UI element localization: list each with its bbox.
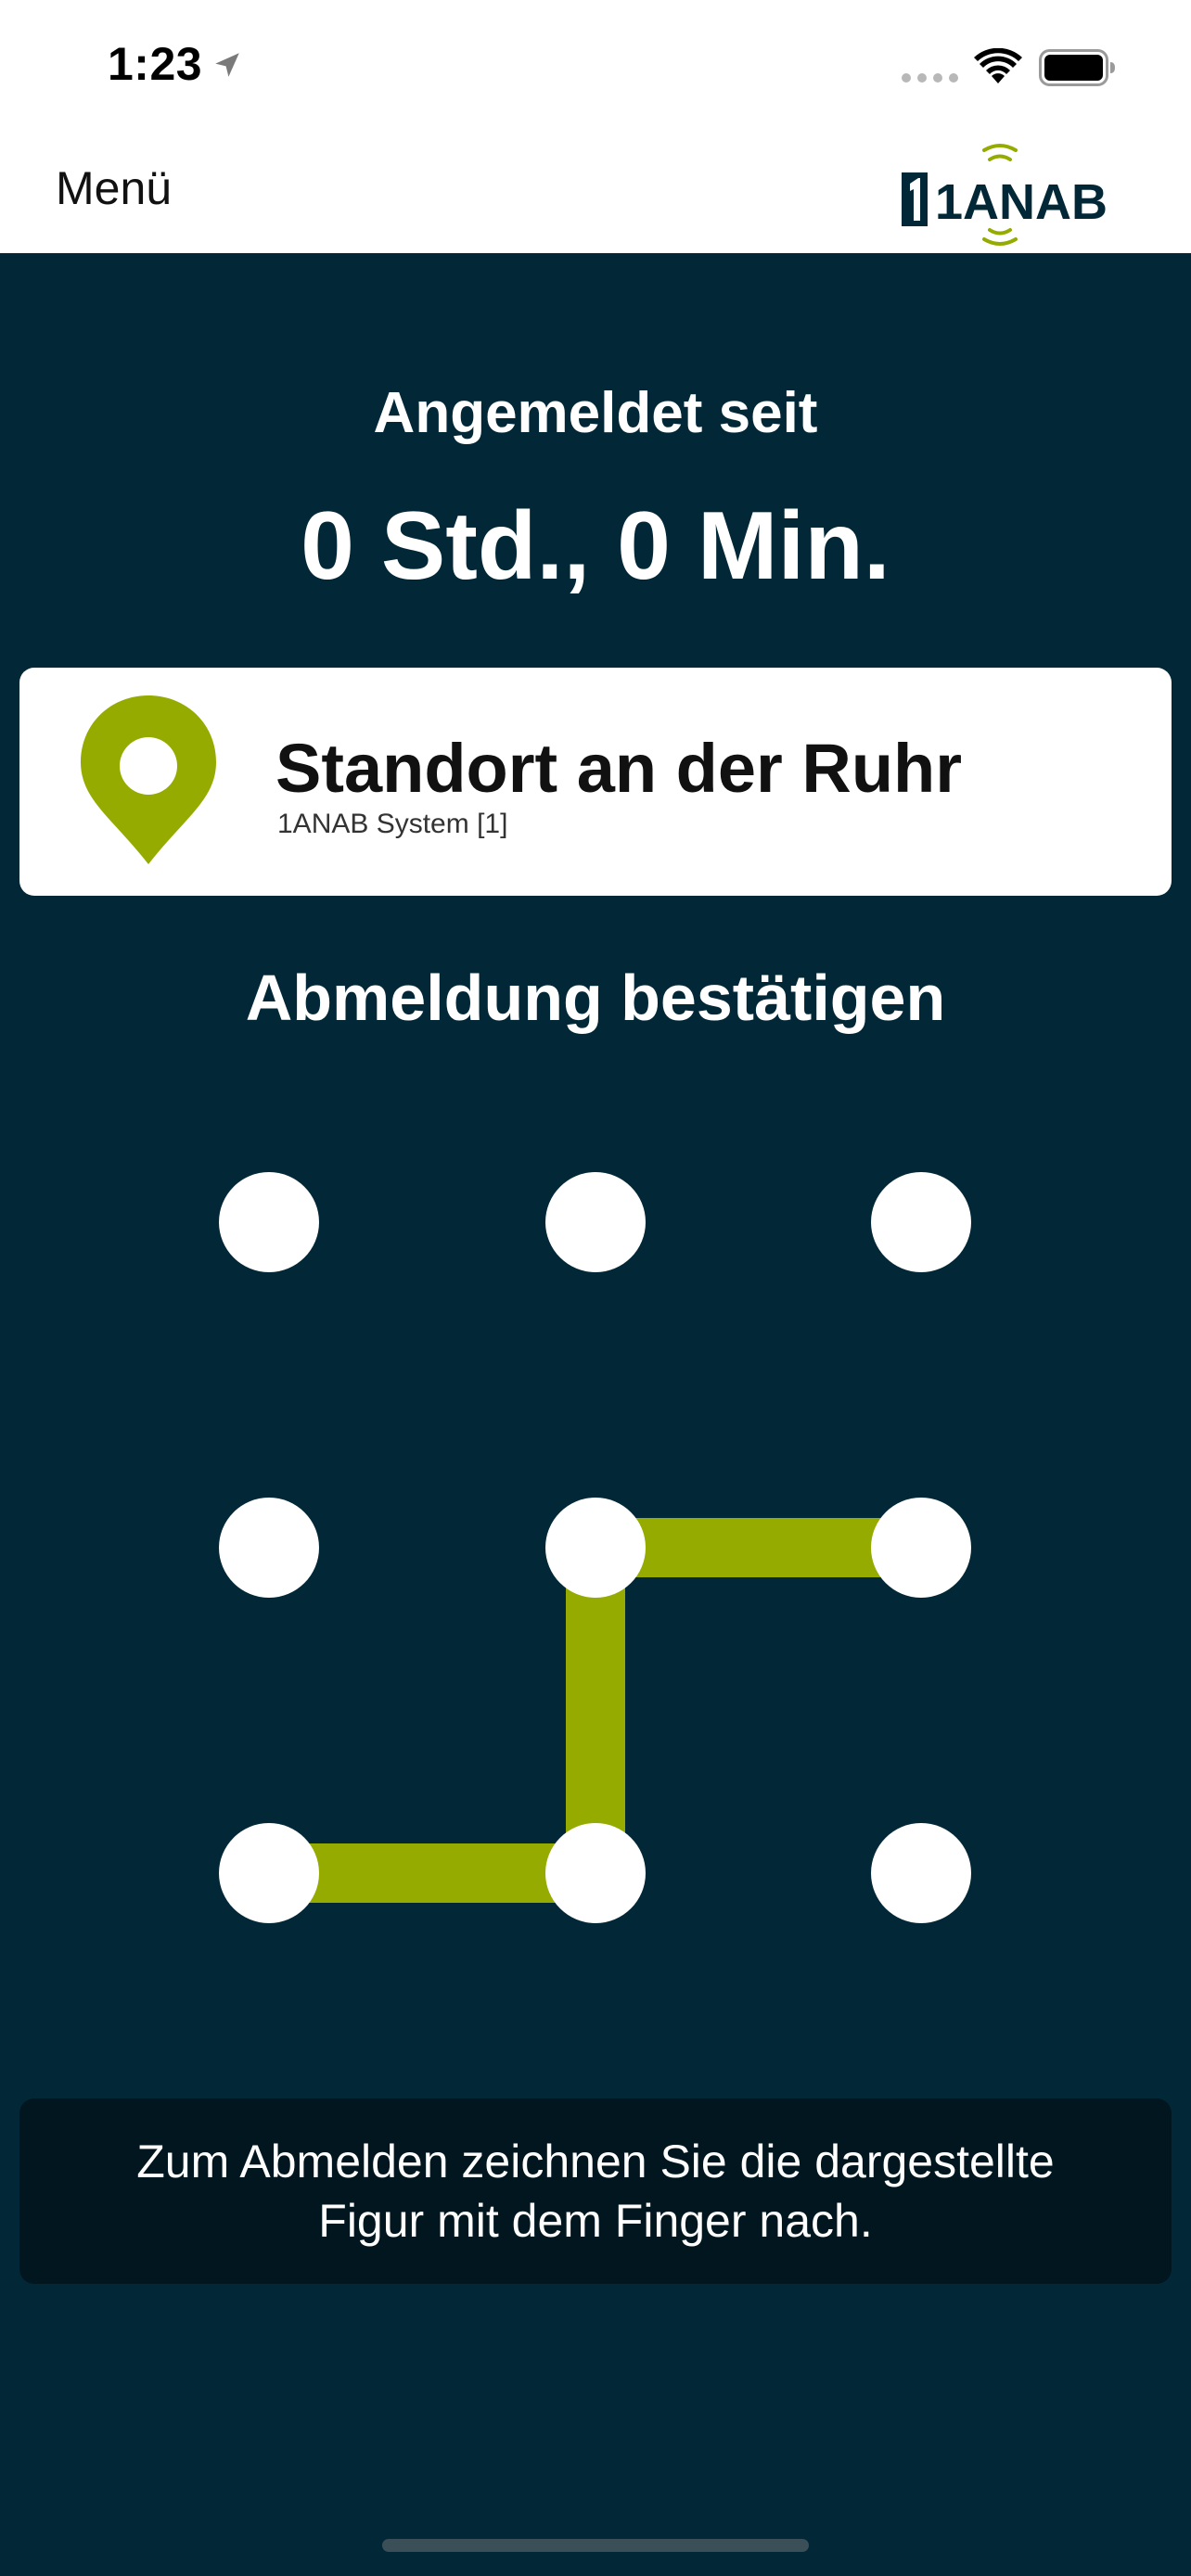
logo-text: 1ANAB [935,174,1108,230]
wifi-icon [974,48,1022,83]
battery-icon [1039,49,1115,86]
pattern-dot-3 [219,1498,319,1598]
location-system: 1ANAB System [1] [277,809,508,839]
location-name: Standort an der Ruhr [275,730,963,807]
pattern-dot-0 [219,1172,319,1272]
app-logo: 1ANAB [902,144,1108,246]
pattern-dot-4 [545,1498,646,1598]
pattern-dot-7 [545,1823,646,1923]
logged-in-since-label: Angemeldet seit [373,381,818,445]
status-bar: 1:23 [0,0,1191,130]
nav-bar: Menü 1ANAB [0,130,1191,253]
menu-button[interactable]: Menü [56,161,172,215]
session-duration: 0 Std., 0 Min. [301,492,890,600]
pattern-dot-1 [545,1172,646,1272]
home-indicator[interactable] [382,2539,809,2552]
location-card: Standort an der Ruhr 1ANAB System [1] [19,668,1172,896]
hint-text: Zum Abmelden zeichnen Sie die dargestell… [136,2136,1055,2247]
pattern-grid[interactable] [0,1094,1191,1984]
confirm-logout-title: Abmeldung bestätigen [245,962,946,1034]
pattern-dot-6 [219,1823,319,1923]
status-time: 1:23 [108,38,203,90]
location-arrow-icon [215,53,239,77]
signal-dots-icon [902,73,958,83]
pattern-dot-5 [871,1498,971,1598]
map-pin-icon [81,695,216,864]
hint-box: Zum Abmelden zeichnen Sie die dargestell… [19,2098,1172,2284]
pattern-dot-2 [871,1172,971,1272]
pattern-dot-8 [871,1823,971,1923]
